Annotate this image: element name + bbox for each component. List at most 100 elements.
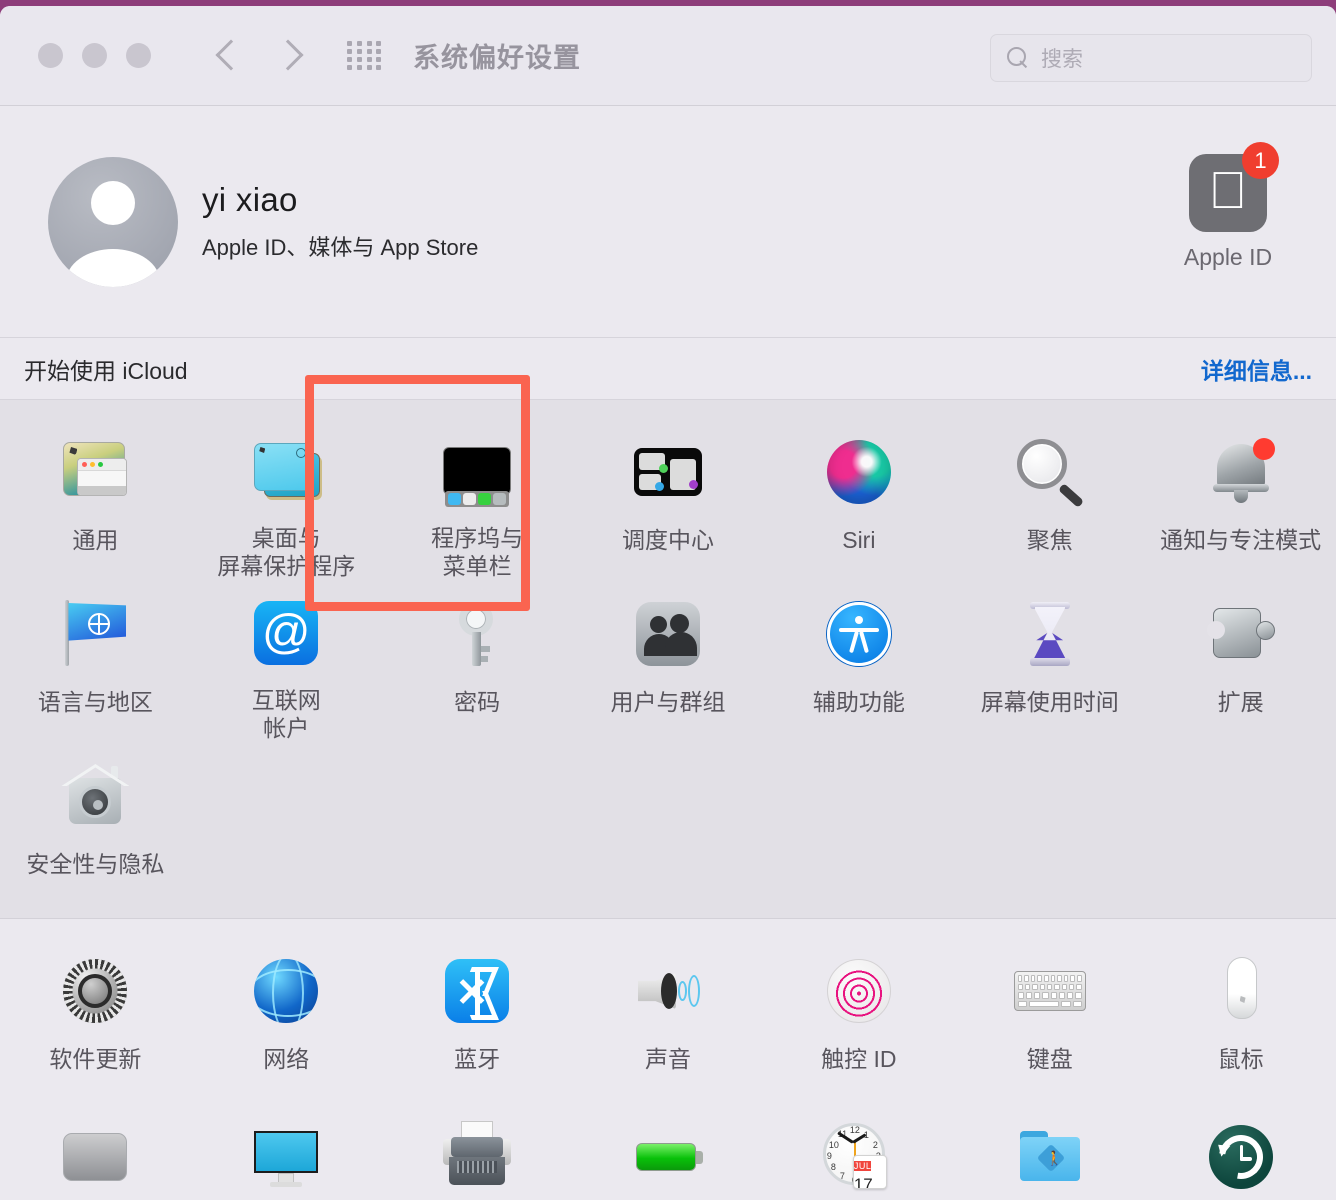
pref-label: 软件更新 <box>49 1046 142 1072</box>
pref-tile-screen-time[interactable]: 屏幕使用时间 <box>954 580 1145 742</box>
pref-label: 触控 ID <box>821 1046 897 1072</box>
passwords-key-icon <box>435 592 519 676</box>
pref-tile-extensions[interactable]: 扩展 <box>1145 580 1336 742</box>
avatar-body <box>66 248 160 287</box>
clock-month: JUL <box>853 1161 872 1171</box>
network-globe-icon <box>244 949 328 1033</box>
traffic-lights <box>38 43 151 68</box>
pref-tile-mission-control[interactable]: 调度中心 <box>573 418 764 580</box>
close-button[interactable] <box>38 43 63 68</box>
avatar[interactable] <box>48 156 178 287</box>
preference-grid-personal: 通用 桌面与 屏幕保护程序 程序坞与 菜单栏 调度中心 Siri 聚焦 语言与地… <box>0 418 1336 904</box>
search-placeholder: 搜索 <box>1041 48 1083 71</box>
pref-tile-language-region[interactable]: 语言与地区 <box>0 580 191 742</box>
bluetooth-icon <box>435 949 519 1033</box>
preference-grid-hardware: 软件更新 网络 蓝牙 声音 触控 ID 键盘 12 2 7 8 9 10 JUL… <box>0 937 1336 1200</box>
system-preferences-window: 系统偏好设置 搜索 yi xiao Apple ID、媒体与 App Store… <box>0 6 1336 1200</box>
forward-chevron-icon[interactable] <box>271 36 305 76</box>
software-update-gear-icon <box>53 949 137 1033</box>
pref-tile-notifications-focus[interactable]: 通知与专注模式 <box>1145 418 1336 580</box>
pref-tile-security-privacy[interactable]: 安全性与隐私 <box>0 742 191 904</box>
general-window-icon <box>53 430 137 514</box>
pref-label: 调度中心 <box>621 527 714 553</box>
icloud-banner: 开始使用 iCloud 详细信息... <box>0 338 1336 400</box>
pref-label: 鼠标 <box>1217 1046 1264 1072</box>
pref-label: 程序坞与 菜单栏 <box>431 524 524 579</box>
sound-speaker-icon <box>626 949 710 1033</box>
desktop-screensaver-icon <box>244 430 328 512</box>
apple-id-tile[interactable]:  1 Apple ID <box>1148 142 1308 271</box>
spotlight-icon <box>1008 430 1092 514</box>
siri-icon <box>817 430 901 514</box>
pref-tile-general[interactable]: 通用 <box>0 418 191 580</box>
printers-scanners-icon <box>435 1115 519 1199</box>
pref-tile-siri[interactable]: Siri <box>763 418 954 580</box>
account-row[interactable]: yi xiao Apple ID、媒体与 App Store  1 Apple… <box>0 106 1336 338</box>
touch-id-fingerprint-icon <box>817 949 901 1033</box>
icloud-details-link[interactable]: 详细信息... <box>1201 352 1312 386</box>
pref-tile-sharing[interactable]: 🚶 共享 <box>954 1103 1145 1200</box>
pref-label: 安全性与隐私 <box>26 851 165 877</box>
status-badge: 1 <box>1242 142 1279 179</box>
pref-tile-trackpad[interactable]: 触控板 <box>0 1103 191 1200</box>
battery-icon <box>626 1115 710 1199</box>
pref-tile-accessibility[interactable]: 辅助功能 <box>763 580 954 742</box>
pref-label: 桌面与 屏幕保护程序 <box>217 524 356 579</box>
pref-tile-bluetooth[interactable]: 蓝牙 <box>382 937 573 1103</box>
pref-tile-internet-accounts[interactable]: @ 互联网 帐户 <box>191 580 382 742</box>
pref-tile-keyboard[interactable]: 键盘 <box>954 937 1145 1103</box>
accessibility-icon <box>817 592 901 676</box>
navigation-buttons <box>211 36 305 76</box>
pref-label: 蓝牙 <box>454 1046 501 1072</box>
internet-accounts-at-icon: @ <box>244 592 328 674</box>
pref-tile-users-groups[interactable]: 用户与群组 <box>573 580 764 742</box>
users-groups-icon <box>626 592 710 676</box>
pref-label: 网络 <box>263 1046 310 1072</box>
avatar-head <box>91 180 135 225</box>
dock-menubar-icon <box>435 430 519 512</box>
apple-id-label: Apple ID <box>1183 244 1273 270</box>
time-machine-icon <box>1199 1115 1283 1199</box>
sharing-folder-icon: 🚶 <box>1008 1115 1092 1199</box>
pref-tile-battery[interactable]: 电池 <box>573 1103 764 1200</box>
pref-tile-dock-menubar[interactable]: 程序坞与 菜单栏 <box>382 418 573 580</box>
account-name: yi xiao <box>202 181 298 218</box>
zoom-button[interactable] <box>126 43 151 68</box>
account-subtitle: Apple ID、媒体与 App Store <box>202 235 479 260</box>
extensions-puzzle-icon <box>1199 592 1283 676</box>
minimize-button[interactable] <box>82 43 107 68</box>
search-field[interactable]: 搜索 <box>990 34 1312 82</box>
date-time-clock-icon: 121 23 45 67 89 1011 JUL 17 <box>817 1115 901 1199</box>
pref-label: 互联网 帐户 <box>251 686 321 741</box>
pref-label: 辅助功能 <box>812 689 905 715</box>
pref-label: 键盘 <box>1026 1046 1073 1072</box>
page-title: 系统偏好设置 <box>413 43 581 73</box>
notifications-bell-icon <box>1199 430 1283 514</box>
pref-tile-date-time[interactable]: 121 23 45 67 89 1011 JUL 17 <box>763 1103 954 1200</box>
pref-tile-spotlight[interactable]: 聚焦 <box>954 418 1145 580</box>
keyboard-icon <box>1008 949 1092 1033</box>
apple-logo-icon:  1 <box>1189 142 1279 232</box>
pref-label: 聚焦 <box>1026 527 1073 553</box>
show-all-grid-icon[interactable] <box>347 40 383 71</box>
apple-glyph:  <box>1209 165 1248 217</box>
pref-tile-display[interactable]: 显示器 <box>191 1103 382 1200</box>
pref-tile-software-update[interactable]: 软件更新 <box>0 937 191 1103</box>
pref-label: 屏幕使用时间 <box>980 689 1119 715</box>
pref-tile-time-machine[interactable]: 时间机器 <box>1145 1103 1336 1200</box>
pref-label: 通知与专注模式 <box>1160 527 1322 553</box>
pref-tile-desktop-screensaver[interactable]: 桌面与 屏幕保护程序 <box>191 418 382 580</box>
pref-tile-sound[interactable]: 声音 <box>573 937 764 1103</box>
trackpad-icon <box>53 1115 137 1199</box>
icloud-banner-text: 开始使用 iCloud <box>24 357 188 384</box>
pref-label: 通用 <box>72 527 119 553</box>
pref-tile-network[interactable]: 网络 <box>191 937 382 1103</box>
pref-tile-mouse[interactable]: 鼠标 <box>1145 937 1336 1103</box>
back-chevron-icon[interactable] <box>211 36 245 76</box>
mouse-icon <box>1199 949 1283 1033</box>
pref-tile-passwords[interactable]: 密码 <box>382 580 573 742</box>
preferences-section-hardware: 软件更新 网络 蓝牙 声音 触控 ID 键盘 12 2 7 8 9 10 JUL… <box>0 919 1336 1200</box>
account-text: yi xiao Apple ID、媒体与 App Store <box>202 181 478 262</box>
pref-tile-printers-scanners[interactable]: 打印机与 扫描仪 <box>382 1103 573 1200</box>
pref-tile-touch-id[interactable]: 触控 ID <box>763 937 954 1103</box>
